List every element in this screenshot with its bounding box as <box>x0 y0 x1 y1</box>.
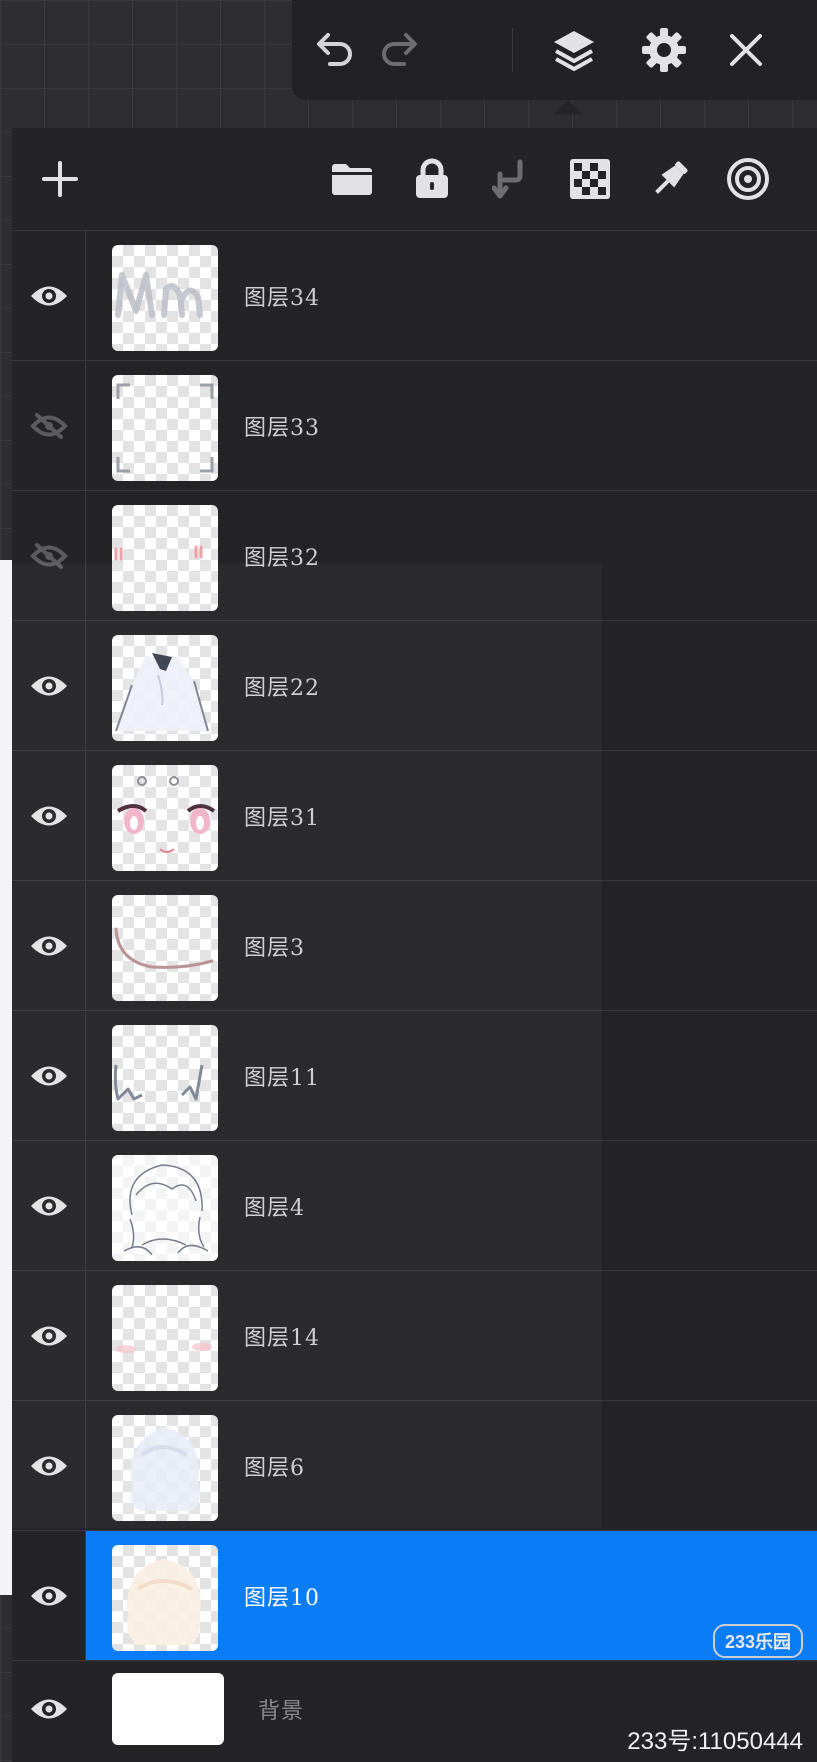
layers-panel: 图层34 图层33 图层32 图层22 图层31 图层3 图层11 图层4 图层… <box>12 128 817 1762</box>
layer-row[interactable]: 图层31 <box>12 750 817 880</box>
layer-thumbnail <box>112 635 218 741</box>
visibility-toggle[interactable] <box>12 1661 86 1756</box>
eye-icon <box>30 1586 67 1605</box>
layers-panel-header <box>12 128 817 230</box>
visibility-toggle[interactable] <box>12 1401 86 1530</box>
watermark-id: 233号:11050444 <box>627 1728 803 1755</box>
visibility-toggle[interactable] <box>12 1141 86 1270</box>
layer-name: 图层3 <box>244 935 305 961</box>
layer-thumbnail <box>112 1415 218 1521</box>
add-layer-icon[interactable] <box>32 151 88 207</box>
eye-icon <box>30 936 67 955</box>
layer-name: 图层22 <box>244 675 320 701</box>
toolbar-divider <box>512 28 513 72</box>
watermark-logo: 233乐园 <box>712 1624 803 1658</box>
visibility-toggle[interactable] <box>12 361 86 490</box>
visibility-toggle[interactable] <box>12 1271 86 1400</box>
layer-thumbnail <box>112 895 218 1001</box>
layer-row[interactable]: 图层33 <box>12 360 817 490</box>
eye-icon <box>30 1196 67 1215</box>
eye-icon <box>30 676 67 695</box>
layer-name: 图层32 <box>244 545 320 571</box>
layer-row[interactable]: 图层22 <box>12 620 817 750</box>
layer-row[interactable]: 图层32 <box>12 490 817 620</box>
visibility-toggle[interactable] <box>12 1011 86 1140</box>
eye-icon <box>30 286 67 305</box>
layer-name: 图层33 <box>244 415 320 441</box>
layer-row[interactable]: 图层6 <box>12 1400 817 1530</box>
layer-row[interactable]: 图层4 <box>12 1140 817 1270</box>
layer-row[interactable]: 图层14 <box>12 1270 817 1400</box>
layer-thumbnail <box>112 1285 218 1391</box>
lock-icon[interactable] <box>404 151 460 207</box>
visibility-toggle[interactable] <box>12 881 86 1010</box>
target-icon[interactable] <box>720 151 776 207</box>
background-layer-name: 背景 <box>258 1698 305 1724</box>
eye-icon <box>30 1066 67 1085</box>
eye-hidden-icon <box>29 542 68 569</box>
background-color-swatch[interactable] <box>112 1673 224 1745</box>
transparency-icon[interactable] <box>562 151 618 207</box>
layer-thumbnail <box>112 765 218 871</box>
undo-icon[interactable] <box>306 22 362 78</box>
layer-thumbnail <box>112 375 218 481</box>
visibility-toggle[interactable] <box>12 751 86 880</box>
folder-icon[interactable] <box>324 151 380 207</box>
eye-icon <box>31 1699 67 1718</box>
visibility-toggle[interactable] <box>12 231 86 360</box>
layer-name: 图层14 <box>244 1325 320 1351</box>
layer-name: 图层10 <box>244 1585 320 1611</box>
visibility-toggle[interactable] <box>12 491 86 620</box>
eye-icon <box>30 1326 67 1345</box>
popover-arrow <box>554 100 582 114</box>
layer-row[interactable]: 图层3 <box>12 880 817 1010</box>
eye-icon <box>30 806 67 825</box>
layer-name: 图层11 <box>244 1065 320 1091</box>
layer-row-selected[interactable]: 图层10 <box>12 1530 817 1660</box>
layer-row[interactable]: 图层11 <box>12 1010 817 1140</box>
top-toolbar <box>292 0 817 100</box>
layer-name: 图层34 <box>244 285 320 311</box>
merge-down-icon[interactable] <box>482 151 538 207</box>
layer-thumbnail <box>112 1155 218 1261</box>
layer-thumbnail <box>112 505 218 611</box>
layer-thumbnail <box>112 1545 218 1651</box>
layers-icon[interactable] <box>546 22 602 78</box>
visibility-toggle[interactable] <box>12 621 86 750</box>
layer-list: 图层34 图层33 图层32 图层22 图层31 图层3 图层11 图层4 图层… <box>12 230 817 1756</box>
canvas-artwork-edge <box>0 560 12 1595</box>
layer-name: 图层31 <box>244 805 320 831</box>
eye-hidden-icon <box>29 412 68 439</box>
layer-thumbnail <box>112 245 218 351</box>
layer-thumbnail <box>112 1025 218 1131</box>
pin-icon[interactable] <box>642 151 698 207</box>
visibility-toggle[interactable] <box>12 1531 86 1660</box>
eye-icon <box>30 1456 67 1475</box>
layer-row[interactable]: 图层34 <box>12 230 817 360</box>
layer-name: 图层4 <box>244 1195 305 1221</box>
close-icon[interactable] <box>718 22 774 78</box>
settings-icon[interactable] <box>636 22 692 78</box>
redo-icon[interactable] <box>372 22 428 78</box>
layer-name: 图层6 <box>244 1455 305 1481</box>
